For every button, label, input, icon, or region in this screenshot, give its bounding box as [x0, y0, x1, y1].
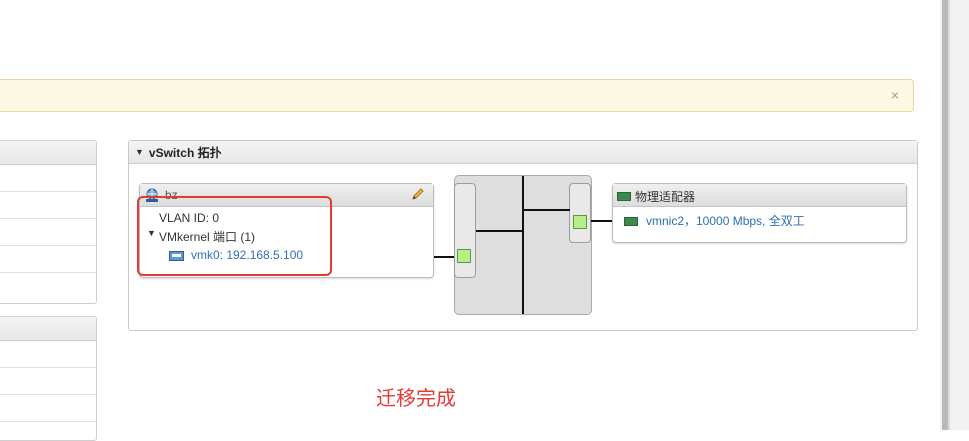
edit-pencil-icon[interactable]: [411, 187, 425, 204]
notification-banner: ×: [0, 79, 914, 112]
collapse-triangle-icon[interactable]: ▼: [135, 147, 144, 157]
vswitch-left-port-tab: [454, 183, 476, 278]
banner-close-button[interactable]: ×: [891, 87, 899, 103]
left-panel-upper-header: [0, 141, 96, 165]
migration-complete-text: 迁移完成: [376, 388, 456, 410]
list-item[interactable]: [0, 165, 96, 192]
list-item[interactable]: [0, 341, 96, 368]
physical-adapters-header: 物理适配器: [613, 184, 906, 207]
left-panel-lower-header: [0, 317, 96, 341]
connection-line: [434, 256, 456, 258]
connection-line: [591, 220, 612, 222]
nic-icon: [617, 192, 631, 201]
port-icon: [457, 249, 471, 263]
list-item[interactable]: [0, 395, 96, 422]
physical-adapters-card[interactable]: 物理适配器 vmnic2，10000 Mbps, 全双工: [612, 183, 907, 243]
switch-internal-line: [523, 209, 570, 211]
list-item[interactable]: [0, 246, 96, 273]
vswitch-topology-title: vSwitch 拓扑: [148, 145, 222, 160]
vswitch-right-port-tab: [569, 183, 591, 243]
list-item[interactable]: [0, 192, 96, 219]
port-icon: [573, 215, 587, 229]
scrollbar-edge: [948, 0, 950, 430]
physical-adapters-title: 物理适配器: [635, 190, 696, 204]
highlight-box: [137, 196, 332, 276]
vmnic2-link[interactable]: vmnic2，10000 Mbps, 全双工: [646, 212, 805, 229]
left-panel-upper: [0, 140, 97, 304]
switch-internal-line: [476, 230, 523, 232]
switch-backbone-line: [522, 176, 524, 314]
list-item[interactable]: [0, 273, 96, 300]
vswitch-topology-header[interactable]: ▼ vSwitch 拓扑: [129, 141, 917, 164]
list-item[interactable]: [0, 219, 96, 246]
list-item[interactable]: [0, 368, 96, 395]
list-item[interactable]: [0, 422, 96, 440]
left-panel-lower: [0, 316, 97, 441]
nic-icon: [624, 217, 638, 226]
